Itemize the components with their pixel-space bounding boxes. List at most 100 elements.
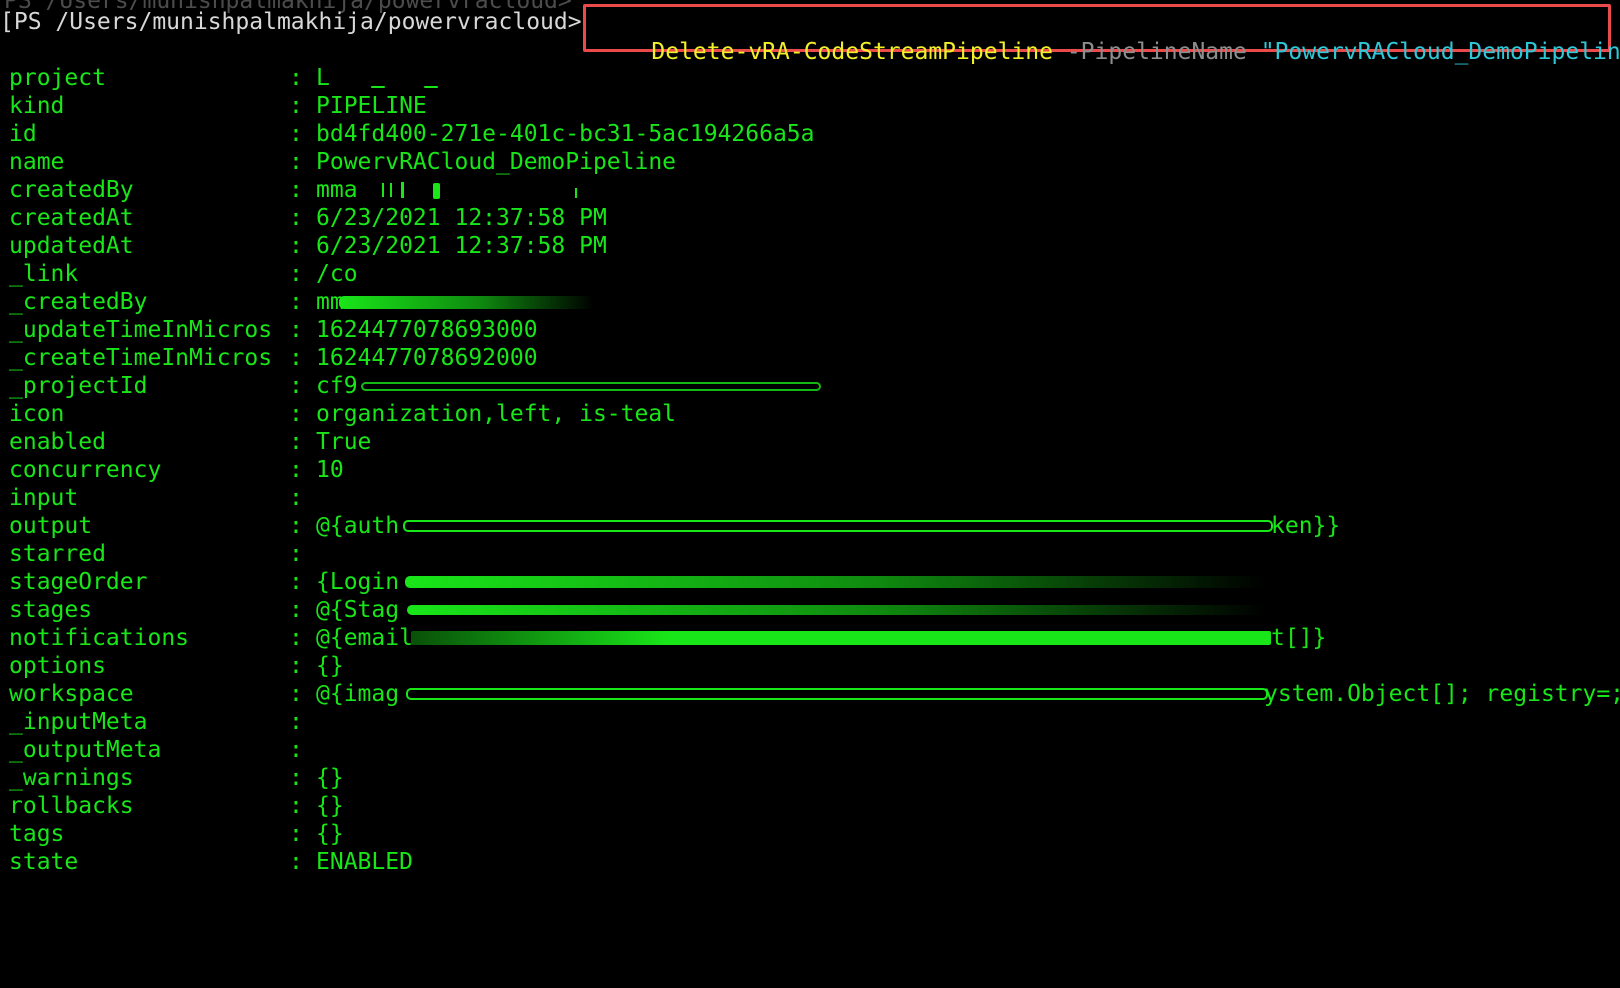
property-key: options — [9, 653, 106, 679]
cmdlet-name: Delete-vRA-CodeStreamPipeline — [651, 39, 1053, 65]
command-input[interactable]: Delete-vRA-CodeStreamPipeline -PipelineN… — [596, 7, 1620, 65]
property-separator: : — [289, 597, 303, 623]
property-separator: : — [289, 121, 303, 147]
property-separator: : — [289, 765, 303, 791]
output-row: name : PowervRACloud_DemoPipeline — [9, 148, 1617, 176]
property-key: stages — [9, 597, 93, 623]
output-row: options : {} — [9, 652, 1617, 680]
property-separator: : — [289, 849, 303, 875]
property-key: workspace — [9, 681, 134, 707]
property-value: @{auth — [316, 513, 400, 539]
property-value: True — [316, 429, 372, 455]
property-value: @{Stag — [316, 597, 400, 623]
output-row: _warnings : {} — [9, 764, 1617, 792]
output-row: _link : /co — [9, 260, 1617, 288]
property-value: PowervRACloud_DemoPipeline — [316, 149, 677, 175]
property-value-tail: ystem.Object[]; registry=; — [1264, 681, 1620, 707]
redaction-mark — [339, 296, 594, 309]
output-row: project : L — [9, 64, 1617, 92]
property-key: output — [9, 513, 93, 539]
property-separator: : — [289, 345, 303, 371]
property-separator: : — [289, 541, 303, 567]
property-value: 10 — [316, 457, 344, 483]
property-value: /co — [316, 261, 358, 287]
property-separator: : — [289, 429, 303, 455]
redaction-mark — [401, 182, 404, 198]
property-key: kind — [9, 93, 65, 119]
output-row: output : @{auth ken}} — [9, 512, 1617, 540]
redaction-mark — [433, 183, 440, 199]
output-row: _outputMeta : — [9, 736, 1617, 764]
property-value: L — [316, 65, 330, 91]
output-row: _createTimeInMicros : 1624477078692000 — [9, 344, 1617, 372]
redaction-mark — [403, 520, 1273, 532]
property-separator: : — [289, 793, 303, 819]
redaction-mark — [575, 188, 577, 198]
command-output: project : L kind : PIPELINE id : bd4fd40… — [9, 64, 1620, 876]
output-row: starred : — [9, 540, 1617, 568]
output-row: stages : @{Stag — [9, 596, 1617, 624]
property-separator: : — [289, 653, 303, 679]
output-row: updatedAt : 6/23/2021 12:37:58 PM — [9, 232, 1617, 260]
output-row: _inputMeta : — [9, 708, 1617, 736]
property-key: icon — [9, 401, 65, 427]
property-key: name — [9, 149, 65, 175]
property-key: tags — [9, 821, 65, 847]
property-separator: : — [289, 373, 303, 399]
output-row: state : ENABLED — [9, 848, 1617, 876]
property-key: enabled — [9, 429, 106, 455]
property-separator: : — [289, 457, 303, 483]
property-separator: : — [289, 233, 303, 259]
output-row: _updateTimeInMicros : 1624477078693000 — [9, 316, 1617, 344]
property-key: createdAt — [9, 205, 134, 231]
property-separator: : — [289, 149, 303, 175]
redaction-mark — [382, 183, 384, 197]
output-row: createdAt : 6/23/2021 12:37:58 PM — [9, 204, 1617, 232]
output-row: stageOrder : {Login — [9, 568, 1617, 596]
property-key: concurrency — [9, 457, 162, 483]
property-key: _inputMeta — [9, 709, 148, 735]
property-key: updatedAt — [9, 233, 134, 259]
property-value: {} — [316, 765, 344, 791]
property-value: @{email — [316, 625, 413, 651]
output-row: tags : {} — [9, 820, 1617, 848]
output-row: input : — [9, 484, 1617, 512]
property-value: 1624477078692000 — [316, 345, 538, 371]
output-row: icon : organization,left, is-teal — [9, 400, 1617, 428]
property-key: project — [9, 65, 106, 91]
property-key: input — [9, 485, 79, 511]
property-value: bd4fd400-271e-401c-bc31-5ac194266a5a — [316, 121, 815, 147]
property-separator: : — [289, 261, 303, 287]
property-separator: : — [289, 317, 303, 343]
terminal-window[interactable]: PS /Users/munishpalmakhija/powervracloud… — [0, 0, 1620, 906]
prompt-line: [PS /Users/munishpalmakhija/powervraclou… — [0, 7, 582, 37]
property-separator: : — [289, 401, 303, 427]
property-value: mma — [316, 177, 358, 203]
property-key: starred — [9, 541, 106, 567]
redaction-mark — [390, 183, 392, 197]
property-key: _createTimeInMicros — [9, 345, 273, 371]
output-row: concurrency : 10 — [9, 456, 1617, 484]
property-key: _outputMeta — [9, 737, 162, 763]
cmdlet-parameter: -PipelineName — [1066, 39, 1247, 65]
property-value: 6/23/2021 12:37:58 PM — [316, 205, 607, 231]
property-key: notifications — [9, 625, 190, 651]
property-separator: : — [289, 737, 303, 763]
property-value: ENABLED — [316, 849, 413, 875]
property-value: 1624477078693000 — [316, 317, 538, 343]
property-separator: : — [289, 821, 303, 847]
property-key: _updateTimeInMicros — [9, 317, 273, 343]
redaction-mark — [424, 86, 438, 88]
redaction-mark — [371, 86, 385, 88]
property-key: _projectId — [9, 373, 148, 399]
property-key: rollbacks — [9, 793, 134, 819]
property-value-tail: ken}} — [1271, 513, 1341, 539]
output-row: id : bd4fd400-271e-401c-bc31-5ac194266a5… — [9, 120, 1617, 148]
property-separator: : — [289, 65, 303, 91]
property-separator: : — [289, 569, 303, 595]
property-separator: : — [289, 513, 303, 539]
property-separator: : — [289, 93, 303, 119]
property-value: {} — [316, 793, 344, 819]
property-value: {} — [316, 821, 344, 847]
redaction-mark — [411, 631, 1271, 645]
